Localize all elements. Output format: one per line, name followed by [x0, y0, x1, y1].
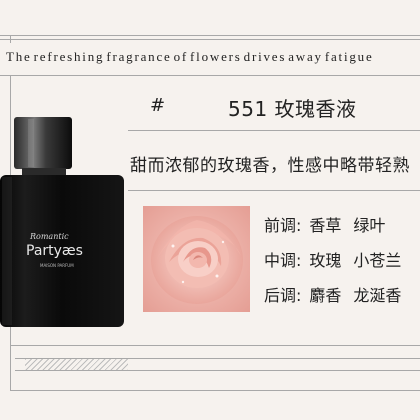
bottle-brand-text: Romantic [29, 232, 69, 241]
note-label: 后调: [264, 285, 302, 305]
note-value: 小苍兰 [353, 250, 402, 270]
tagline-word: fragrance [106, 49, 172, 64]
tagline-word: flowers [190, 49, 242, 64]
note-row: 后调: 麝香 龙涎香 [264, 276, 413, 311]
description: 甜而浓郁的玫瑰香，性感中略带轻熟 [130, 156, 410, 176]
perfume-bottle-image: Romantic Partyæs MAISON PARFUM [0, 105, 130, 335]
tagline-word: drives [243, 49, 287, 64]
note-value: 麝香 [309, 285, 342, 305]
note-label: 前调: [264, 215, 302, 235]
note-value: 香草 [309, 215, 342, 235]
tagline-word: away [288, 49, 323, 64]
note-value: 龙涎香 [353, 285, 402, 305]
note-row: 前调: 香草 绿叶 [264, 206, 413, 241]
top-rule [0, 35, 420, 36]
product-name: 551 玫瑰香液 [228, 97, 357, 121]
bottle-logo-text: Partyæs [26, 243, 83, 259]
heading-underline [128, 130, 420, 131]
note-value: 绿叶 [353, 215, 386, 235]
tagline-word: The [6, 49, 32, 64]
note-label: 中调: [264, 250, 302, 270]
note-row: 中调: 玫瑰 小苍兰 [264, 241, 413, 276]
tagline-word: of [173, 49, 189, 64]
rose-image [143, 206, 250, 312]
tagline-word: refreshing [33, 49, 105, 64]
bottom-frame-rule [10, 390, 420, 391]
tagline-word: fatigue [324, 49, 374, 64]
description-underline [128, 190, 420, 191]
notes-list: 前调: 香草 绿叶中调: 玫瑰 小苍兰后调: 麝香 龙涎香 [264, 206, 413, 311]
bottom-rule [10, 345, 420, 346]
hash-symbol: # [150, 95, 166, 116]
bottle-subtext: MAISON PARFUM [40, 263, 74, 268]
note-value: 玫瑰 [309, 250, 342, 270]
tagline: The refreshing fragrance of flowers driv… [0, 38, 420, 76]
progress-fill [25, 359, 128, 370]
